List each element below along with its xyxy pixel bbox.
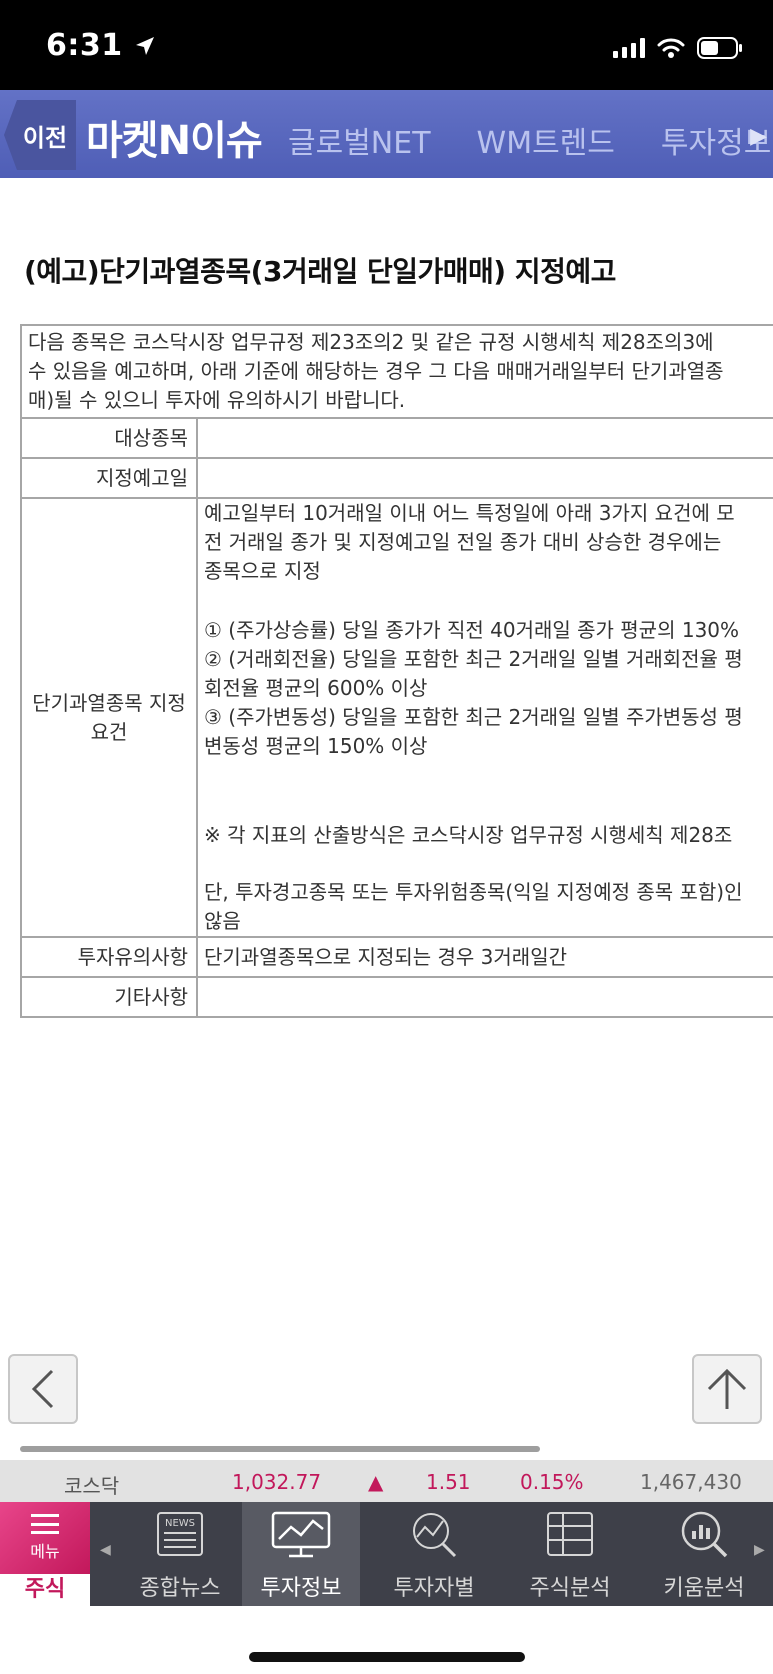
notice-table: 다음 종목은 코스닥시장 업무규정 제23조의2 및 같은 규정 시행세칙 제2…	[20, 324, 773, 1018]
investor-chart-icon	[413, 1513, 457, 1558]
market-ticker[interactable]: 코스닥 1,032.77 ▲ 1.51 0.15% 1,467,430	[0, 1460, 773, 1502]
back-button[interactable]: 이전	[4, 100, 76, 170]
tab-general-news[interactable]: NEWS 종합뉴스	[118, 1502, 242, 1606]
location-arrow-icon	[135, 37, 154, 55]
hamburger-icon	[31, 1514, 59, 1534]
ticker-up-arrow-icon: ▲	[368, 1470, 384, 1494]
analysis-search-icon	[681, 1511, 728, 1558]
target-value	[196, 417, 773, 459]
ticker-price: 1,032.77	[232, 1470, 322, 1494]
home-indicator-area	[0, 1606, 773, 1674]
table-row-caution: 투자유의사항 단기과열종목으로 지정되는 경우 3거래일간	[20, 936, 773, 978]
date-label: 지정예고일	[20, 457, 198, 499]
menu-sub-stock[interactable]: 주식	[0, 1574, 90, 1606]
nav-tab-wm-trend[interactable]: WM트렌드	[477, 118, 615, 162]
bottom-nav-left-arrow-icon[interactable]: ◀	[100, 1542, 111, 1558]
table-row-etc: 기타사항	[20, 976, 773, 1018]
caution-value: 단기과열종목으로 지정되는 경우 3거래일간	[196, 936, 773, 978]
article-heading: (예고)단기과열종목(3거래일 단일가매매) 지정예고	[24, 255, 616, 288]
ticker-rate: 0.15%	[520, 1470, 584, 1494]
table-row-requirements: 단기과열종목 지정 요건 예고일부터 10거래일 이내 어느 특정일에 아래 3…	[20, 497, 773, 938]
ticker-change: 1.51	[426, 1470, 471, 1494]
ticker-volume: 1,467,430	[640, 1470, 742, 1494]
home-indicator[interactable]	[249, 1652, 525, 1662]
scroll-top-button[interactable]	[692, 1354, 762, 1424]
ticker-name: 코스닥	[64, 1474, 120, 1498]
requirements-label: 단기과열종목 지정 요건	[20, 497, 198, 938]
battery-icon	[697, 37, 742, 59]
status-bar: 6:31	[0, 0, 773, 90]
top-nav-bar: 이전 마켓N이슈 글로벌NET WM트렌드 투자정보알림 ▶	[0, 90, 773, 178]
nav-tab-global-net[interactable]: 글로벌NET	[288, 118, 431, 162]
requirements-value: 예고일부터 10거래일 이내 어느 특정일에 아래 3가지 요건에 모 전 거래…	[196, 497, 773, 938]
nav-tabs: 글로벌NET WM트렌드 투자정보알림	[288, 118, 773, 162]
bottom-nav-bar: 메뉴 주식 ◀ NEWS 종합뉴스 투자정보 투자자별 주식분석 키움분석 ▶	[0, 1502, 773, 1606]
target-label: 대상종목	[20, 417, 198, 459]
wifi-icon	[657, 38, 685, 58]
tab-by-investor[interactable]: 투자자별	[372, 1502, 496, 1606]
table-row-date: 지정예고일	[20, 457, 773, 499]
notice-content: 다음 종목은 코스닥시장 업무규정 제23조의2 및 같은 규정 시행세칙 제2…	[20, 324, 773, 1024]
tab-investment-info[interactable]: 투자정보	[242, 1502, 360, 1606]
nav-title-tab-market-issue[interactable]: 마켓N이슈	[86, 108, 263, 166]
tab-kiwoom-analysis[interactable]: 키움분석	[642, 1502, 766, 1606]
status-icons	[613, 36, 743, 60]
menu-button[interactable]: 메뉴	[0, 1502, 90, 1574]
requirements-note: ※ 각 지표의 산출방식은 코스닥시장 업무규정 시행세칙 제28조	[204, 823, 733, 847]
cellular-signal-icon	[613, 38, 645, 58]
chart-monitor-icon	[271, 1511, 331, 1558]
date-value	[196, 457, 773, 499]
news-icon: NEWS	[157, 1512, 203, 1556]
bottom-nav-right-arrow-icon[interactable]: ▶	[754, 1542, 765, 1558]
etc-value	[196, 976, 773, 1018]
caution-label: 투자유의사항	[20, 936, 198, 978]
chevron-left-icon	[31, 1369, 54, 1409]
table-row-target: 대상종목	[20, 417, 773, 459]
nav-more-arrow-icon[interactable]: ▶	[750, 124, 767, 149]
horizontal-scrollbar[interactable]	[20, 1446, 540, 1452]
tab-stock-analysis[interactable]: 주식분석	[508, 1502, 632, 1606]
prev-page-button[interactable]	[8, 1354, 78, 1424]
notice-intro: 다음 종목은 코스닥시장 업무규정 제23조의2 및 같은 규정 시행세칙 제2…	[20, 324, 773, 419]
svg-text:NEWS: NEWS	[165, 1518, 195, 1529]
arrow-up-icon	[707, 1368, 747, 1409]
status-time: 6:31	[46, 28, 156, 63]
etc-label: 기타사항	[20, 976, 198, 1018]
table-icon	[547, 1512, 593, 1556]
